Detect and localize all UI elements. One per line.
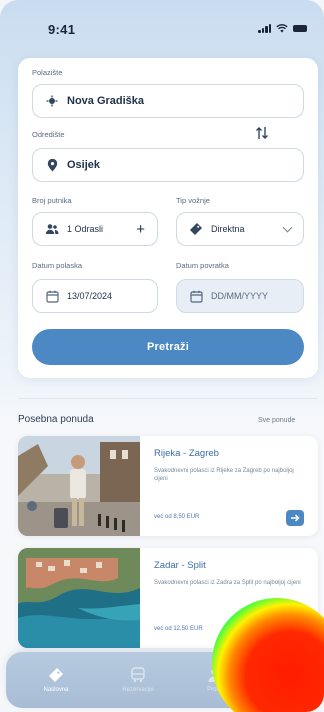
ticket-icon — [49, 668, 63, 682]
see-all-offers-link[interactable]: Sve ponude — [258, 417, 295, 424]
status-time: 9:41 — [48, 22, 76, 37]
ticket-icon — [189, 222, 203, 236]
to-field[interactable]: Osijek — [32, 148, 304, 182]
section-divider — [18, 398, 318, 399]
trip-type-label: Tip vožnje — [176, 196, 210, 205]
from-field[interactable]: Nova Gradiška — [32, 84, 304, 118]
departure-date-value: 13/07/2024 — [67, 291, 113, 301]
departure-label: Datum polaska — [32, 261, 83, 270]
swap-button[interactable] — [250, 122, 274, 144]
calendar-icon — [45, 289, 59, 303]
from-label: Polazište — [32, 68, 63, 77]
offers-title: Posebna ponuda — [18, 414, 94, 425]
status-bar: 9:41 — [0, 0, 324, 44]
location-target-icon — [45, 94, 59, 108]
offer-description: Svakodnevni polasci iz Rijeke za Zagreb … — [154, 468, 294, 482]
offer-title: Rijeka - Zagreb — [154, 448, 219, 459]
location-pin-icon — [45, 158, 59, 172]
battery-icon — [293, 25, 307, 32]
nav-item-label: Naslovna — [43, 687, 69, 693]
arrow-right-icon — [291, 514, 300, 522]
status-icons — [258, 24, 307, 33]
return-label: Datum povratka — [176, 261, 229, 270]
departure-date-field[interactable]: 13/07/2024 — [32, 279, 158, 313]
users-icon — [45, 222, 59, 236]
return-date-field[interactable]: DD/MM/YYYY — [176, 279, 304, 313]
passengers-value: 1 Odrasli — [67, 224, 104, 234]
calendar-icon — [189, 289, 203, 303]
nav-item-label: Rezervacije — [122, 687, 154, 693]
offer-description: Svakodnevni polasci iz Zadra za Split po… — [154, 580, 301, 586]
bus-icon — [131, 667, 145, 683]
return-date-placeholder: DD/MM/YYYY — [211, 291, 269, 301]
offer-arrow-button[interactable] — [286, 510, 304, 526]
swap-arrows-icon — [256, 127, 268, 139]
offer-photo-coast — [18, 548, 140, 648]
passengers-field[interactable]: 1 Odrasli + — [32, 212, 158, 246]
add-passenger-icon[interactable]: + — [136, 222, 145, 237]
offer-title: Zadar - Split — [154, 560, 206, 571]
search-button[interactable]: Pretraži — [32, 329, 304, 365]
to-label: Odredište — [32, 130, 65, 139]
app-screen: 9:41 Polazište Nova Gradiška Odredište O… — [0, 0, 324, 712]
search-card: Polazište Nova Gradiška Odredište Osijek… — [18, 58, 318, 378]
wifi-icon — [276, 24, 288, 33]
to-value: Osijek — [67, 159, 101, 171]
trip-type-select[interactable]: Direktna — [176, 212, 304, 246]
offer-photo-street — [18, 436, 140, 536]
offer-price: već od 12,50 EUR — [154, 626, 203, 632]
offer-card[interactable]: Rijeka - Zagreb Svakodnevni polasci iz R… — [18, 436, 318, 536]
chevron-down-icon — [282, 222, 293, 233]
offer-price: već od 8,50 EUR — [154, 514, 200, 520]
nav-item-home[interactable]: Naslovna — [16, 652, 96, 708]
passengers-label: Broj putnika — [32, 196, 72, 205]
nav-item-reservations[interactable]: Rezervacije — [98, 652, 178, 708]
trip-type-value: Direktna — [211, 224, 245, 234]
from-value: Nova Gradiška — [67, 95, 145, 107]
signal-icon — [258, 24, 271, 33]
